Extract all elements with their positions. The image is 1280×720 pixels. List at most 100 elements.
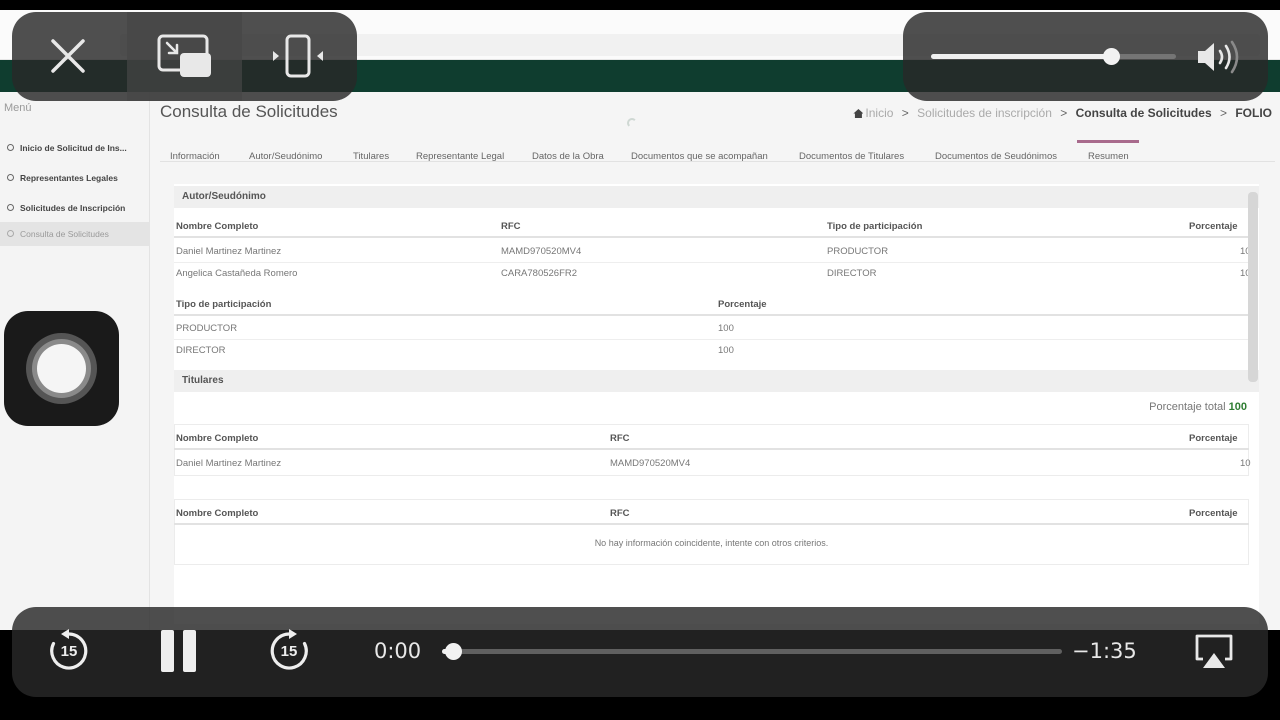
remaining-time: −1:35 [1072, 639, 1137, 663]
scrollbar [1248, 192, 1258, 382]
resize-button[interactable] [242, 12, 357, 101]
section-heading-titulares: Titulares [174, 370, 1259, 392]
cell-tipo: PRODUCTOR [827, 246, 889, 257]
cell-nombre: Daniel Martinez Martinez [176, 458, 282, 469]
tab-informacion: Información [170, 151, 220, 162]
cell-rfc: CARA780526FR2 [501, 268, 578, 279]
volume-slider[interactable] [931, 48, 1176, 65]
circle-icon [7, 230, 14, 237]
column-header: Porcentaje [718, 299, 767, 310]
cell-porcentaje: 100 [718, 345, 734, 356]
circle-icon [7, 204, 14, 211]
table-header: Tipo de participación Porcentaje [174, 292, 1249, 316]
skip-back-button[interactable]: 15 [47, 629, 91, 673]
percentage-total-label: Porcentaje total [1149, 401, 1226, 413]
empty-message: No hay información coincidente, intente … [594, 538, 829, 548]
breadcrumb-step: Solicitudes de inscripción [917, 106, 1052, 120]
home-icon [853, 109, 864, 118]
section-heading-autor: Autor/Seudónimo [174, 186, 1259, 208]
tab-documentos-acompanan: Documentos que se acompañan [631, 151, 768, 162]
sidebar-item-representantes: Representantes Legales [0, 166, 150, 190]
cell-rfc: MAMD970520MV4 [501, 246, 582, 257]
pause-button[interactable] [160, 630, 200, 672]
table-header: Nombre Completo RFC Porcentaje [174, 426, 1249, 450]
table-header: Nombre Completo RFC Porcentaje [174, 501, 1249, 525]
close-icon [51, 39, 85, 73]
circle-icon [7, 174, 14, 181]
skip-back-label: 15 [60, 643, 78, 660]
breadcrumb-separator: > [1219, 106, 1227, 120]
breadcrumb-separator: > [901, 106, 909, 120]
assistive-touch-button[interactable] [4, 311, 119, 426]
pause-icon [183, 630, 196, 672]
speaker-icon[interactable] [1195, 40, 1245, 74]
column-header: RFC [610, 508, 630, 519]
resize-icon [273, 34, 323, 78]
active-tab-indicator [1077, 140, 1139, 143]
cell-tipo: PRODUCTOR [176, 323, 238, 334]
volume-knob[interactable] [1103, 48, 1121, 65]
breadcrumb-step: FOLIO [1235, 106, 1272, 120]
picture-in-picture-button[interactable] [127, 12, 242, 101]
sidebar-title: Menú [4, 102, 32, 114]
tab-documentos-seudonimos: Documentos de Seudónimos [935, 151, 1057, 162]
column-header: Nombre Completo [176, 433, 259, 444]
sidebar-item-consulta: Consulta de Solicitudes [0, 222, 150, 246]
column-header: Porcentaje [1189, 508, 1238, 519]
tab-datos-obra: Datos de la Obra [532, 151, 604, 162]
sidebar-item-label: Solicitudes de Inscripción [20, 203, 126, 213]
picture-in-picture-icon [157, 34, 211, 77]
row-divider [174, 339, 1249, 340]
progress-knob[interactable] [444, 643, 462, 660]
column-header: Porcentaje [1189, 433, 1238, 444]
tab-representante-legal: Representante Legal [416, 151, 505, 162]
close-button[interactable] [12, 12, 127, 101]
assistive-touch-center [37, 344, 86, 393]
column-header: Tipo de participación [176, 299, 272, 310]
pause-icon [161, 630, 174, 672]
breadcrumb: Inicio > Solicitudes de inscripción > Co… [853, 106, 1272, 120]
video-player: Menú Inicio de Solicitud de Ins... Repre… [0, 0, 1280, 720]
progress-slider[interactable] [442, 643, 1062, 660]
main-content: Consulta de Solicitudes Inicio > Solicit… [160, 92, 1280, 630]
airplay-button[interactable] [1194, 633, 1234, 671]
page-title: Consulta de Solicitudes [160, 102, 338, 121]
breadcrumb-separator: > [1060, 106, 1068, 120]
cell-nombre: Daniel Martinez Martinez [176, 246, 282, 257]
tab-resumen: Resumen [1088, 151, 1129, 162]
column-header: Nombre Completo [176, 508, 259, 519]
sidebar-item-label: Representantes Legales [20, 173, 118, 183]
volume-level [931, 54, 1112, 59]
column-header: RFC [610, 433, 630, 444]
video-frame: Menú Inicio de Solicitud de Ins... Repre… [0, 10, 1280, 630]
percentage-total-value: 100 [1228, 401, 1247, 413]
cell-porcentaje: 10 [1240, 458, 1251, 469]
sidebar-item-solicitudes: Solicitudes de Inscripción [0, 196, 150, 220]
elapsed-time: 0:00 [374, 639, 422, 663]
column-header: RFC [501, 221, 521, 232]
sidebar-item-label: Consulta de Solicitudes [20, 229, 109, 239]
table-header: Nombre Completo RFC Tipo de participació… [174, 214, 1249, 238]
column-header: Tipo de participación [827, 221, 923, 232]
skip-forward-label: 15 [280, 643, 298, 660]
cell-rfc: MAMD970520MV4 [610, 458, 691, 469]
breadcrumb-home: Inicio [865, 106, 894, 120]
sidebar-item-inicio-solicitud: Inicio de Solicitud de Ins... [0, 136, 150, 160]
tab-documentos-titulares: Documentos de Titulares [799, 151, 905, 162]
tab-titulares: Titulares [353, 151, 390, 162]
column-header: Porcentaje [1189, 221, 1238, 232]
cell-nombre: Angelica Castañeda Romero [176, 268, 298, 279]
row-divider [174, 262, 1249, 263]
volume-control [903, 12, 1268, 101]
top-controls [12, 12, 357, 101]
cell-tipo: DIRECTOR [176, 345, 226, 356]
percentage-total: Porcentaje total 100 [1149, 401, 1247, 413]
sidebar-item-label: Inicio de Solicitud de Ins... [20, 143, 127, 153]
breadcrumb-step: Consulta de Solicitudes [1075, 106, 1212, 120]
tab-autor-seudonimo: Autor/Seudónimo [249, 151, 323, 162]
skip-forward-button[interactable]: 15 [267, 629, 311, 673]
playback-bar: 15 15 0:00 −1:35 [12, 607, 1268, 697]
airplay-icon [1195, 634, 1233, 668]
cell-tipo: DIRECTOR [827, 268, 877, 279]
circle-icon [7, 144, 14, 151]
